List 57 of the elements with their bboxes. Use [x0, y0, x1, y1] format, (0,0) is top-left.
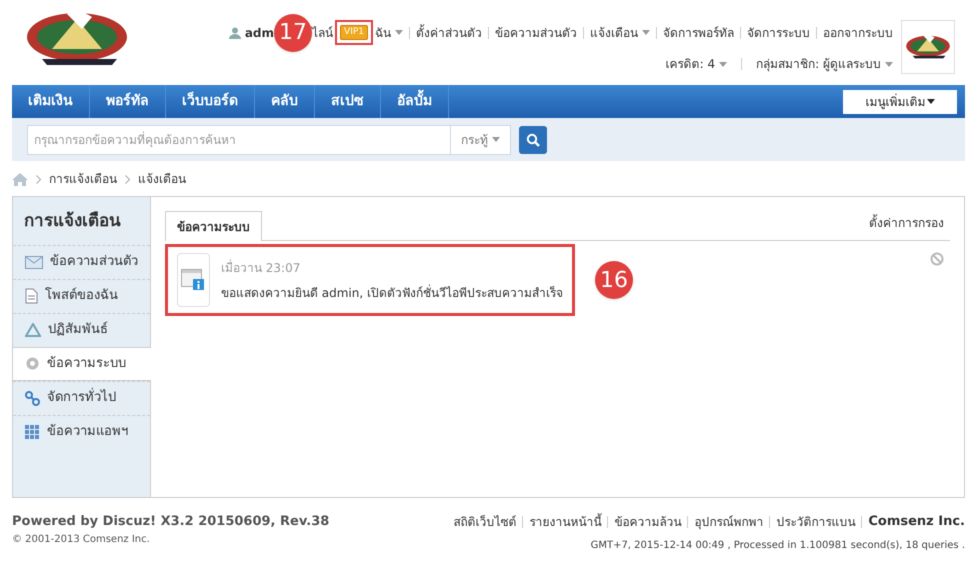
footer-link[interactable]: ประวัติการแบน: [776, 512, 856, 531]
sidebar-item[interactable]: ข้อความส่วนตัว: [13, 244, 150, 278]
header-link[interactable]: ออกจากระบบ: [823, 24, 893, 42]
search-field[interactable]: กรุณากรอกข้อความที่คุณต้องการค้นหา กระทู้: [27, 124, 511, 154]
more-menu-button[interactable]: เมนูเพิ่มเติม: [843, 90, 957, 114]
breadcrumb-link[interactable]: แจ้งเตือน: [138, 170, 186, 188]
chevron-right-icon: [125, 174, 130, 184]
credits-menu[interactable]: เครดิต: 4: [666, 55, 728, 73]
header-link[interactable]: จัดการระบบ: [747, 24, 810, 42]
company-name: Comsenz Inc.: [868, 513, 965, 531]
grid-icon: [25, 424, 40, 440]
search-button[interactable]: [519, 126, 547, 154]
powered-by: Powered by Discuz! X3.2 20150609, Rev.38: [12, 513, 330, 531]
my-menu[interactable]: ฉัน: [375, 24, 403, 42]
callout-marker: 17: [274, 14, 312, 52]
header-link[interactable]: แจ้งเตือน: [590, 24, 650, 42]
online-status: ไลน์: [312, 24, 334, 42]
gear-icon: [25, 356, 40, 371]
notice-message: ขอแสดงความยินดี admin, เปิดตัวฟังก์ชั่นวีไอพีประสบความสำเร็จ: [220, 284, 563, 302]
caret-icon: [926, 99, 934, 104]
info-window-icon: [181, 269, 206, 291]
chevron-right-icon: [36, 174, 41, 184]
caret-icon: [642, 30, 650, 35]
page-stats: GMT+7, 2015-12-14 00:49 , Processed in 1.100981 second(s), 18 queries .: [590, 538, 965, 552]
caret-icon: [885, 62, 893, 66]
link-icon: [25, 390, 40, 406]
caret-icon: [719, 62, 728, 66]
caret-icon: [492, 137, 500, 142]
footer-link[interactable]: ข้อความล้วน: [614, 512, 682, 531]
sidebar-item[interactable]: โพสต์ของฉัน: [13, 278, 150, 312]
caret-icon: [395, 30, 403, 35]
header-link[interactable]: ข้อความส่วนตัว: [495, 24, 577, 42]
envelope-icon: [25, 256, 43, 268]
tab[interactable]: ข้อความระบบ: [165, 211, 262, 241]
header-link[interactable]: ตั้งค่าส่วนตัว: [416, 24, 482, 42]
triangle-icon: [25, 323, 41, 337]
search-icon: [526, 132, 540, 146]
avatar[interactable]: [901, 20, 955, 74]
user-icon: [228, 26, 241, 38]
sidebar-item[interactable]: ข้อความแอพฯ: [13, 414, 150, 448]
notice-time: เมื่อวาน 23:07: [220, 258, 302, 276]
header-link[interactable]: จัดการพอร์ทัล: [663, 24, 734, 42]
copyright: © 2001-2013 Comsenz Inc.: [12, 532, 151, 546]
document-icon: [25, 288, 38, 304]
breadcrumb-link[interactable]: การแจ้งเตือน: [49, 170, 117, 188]
user-name[interactable]: adm: [244, 24, 274, 42]
member-group-menu[interactable]: กลุ่มสมาชิก: ผู้ดูแลระบบ: [756, 55, 893, 73]
filter-settings-link[interactable]: ตั้งค่าการกรอง: [869, 214, 944, 232]
vip-badge: VIP1: [340, 25, 368, 40]
footer-link[interactable]: สถิติเว็บไซต์: [453, 512, 516, 531]
sidebar-item[interactable]: จัดการทั่วไป: [13, 380, 150, 414]
sidebar-title: การแจ้งเตือน: [23, 210, 122, 233]
callout-marker: 16: [595, 261, 633, 299]
search-scope-select[interactable]: กระทู้: [450, 126, 510, 154]
footer-link[interactable]: รายงานหน้านี้: [529, 512, 602, 531]
sidebar-item[interactable]: ข้อความระบบ: [13, 346, 151, 380]
footer-link[interactable]: อุปกรณ์พกพา: [694, 512, 764, 531]
